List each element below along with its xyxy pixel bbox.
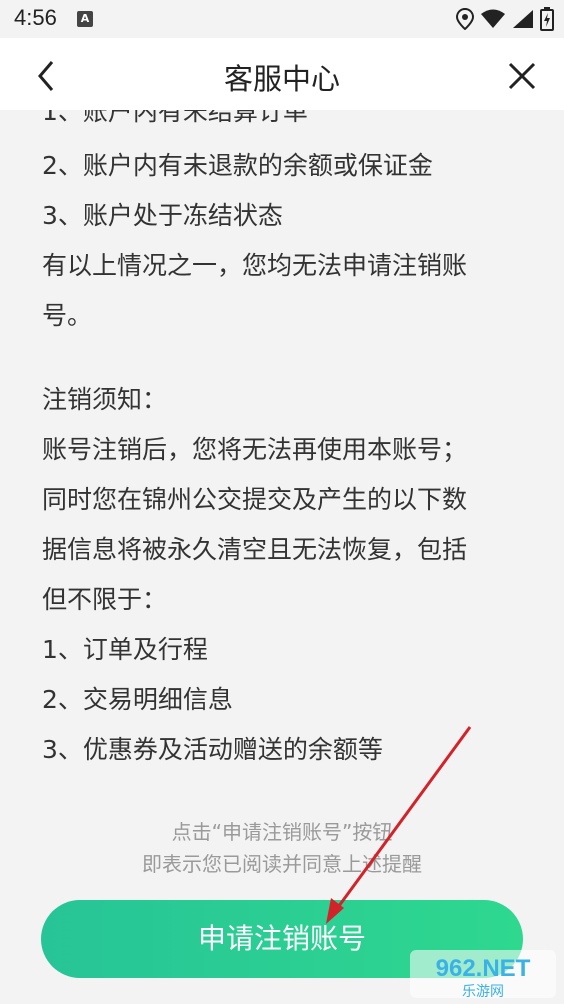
watermark-text-main: 962.NET (436, 955, 531, 982)
wifi-icon (481, 9, 505, 28)
content-line: 3、优惠券及活动赠送的余额等 (42, 735, 383, 764)
location-icon (456, 8, 474, 30)
page-title: 客服中心 (223, 62, 340, 96)
status-bar: 4:56 A (0, 0, 564, 38)
signal-icon (513, 10, 533, 28)
content-line: 但不限于： (42, 585, 168, 614)
content-line: 号。 (42, 301, 93, 330)
content-line: 1、订单及行程 (42, 635, 208, 664)
content-line: 2、账户内有未退款的余额或保证金 (42, 151, 433, 180)
content-line: 同时您在锦州公交提交及产生的以下数 (42, 485, 468, 514)
consent-notice-line1: 点击“申请注销账号”按钮 (171, 820, 393, 844)
content-line: 据信息将被永久清空且无法恢复，包括 (42, 535, 468, 564)
section-heading: 注销须知： (42, 385, 168, 414)
close-icon[interactable] (502, 56, 542, 96)
nav-bar: 客服中心 (0, 38, 564, 110)
consent-notice-line2: 即表示您已阅读并同意上述提醒 (142, 852, 422, 876)
watermark-text-sub: 乐游网 (462, 984, 504, 1000)
notice-content: 1、账户内有未结算订单 2、账户内有未退款的余额或保证金 3、账户处于冻结状态 … (0, 92, 564, 792)
content-line: 有以上情况之一，您均无法申请注销账 (42, 251, 468, 280)
notification-a-icon: A (77, 11, 93, 27)
watermark-logo: 962.NET 乐游网 (410, 950, 556, 1000)
status-time: 4:56 (14, 5, 57, 30)
content-line: 账号注销后，您将无法再使用本账号； (42, 435, 468, 464)
content-line: 2、交易明细信息 (42, 685, 233, 714)
content-line: 3、账户处于冻结状态 (42, 201, 283, 230)
battery-icon (540, 7, 554, 31)
status-icons (456, 7, 554, 31)
